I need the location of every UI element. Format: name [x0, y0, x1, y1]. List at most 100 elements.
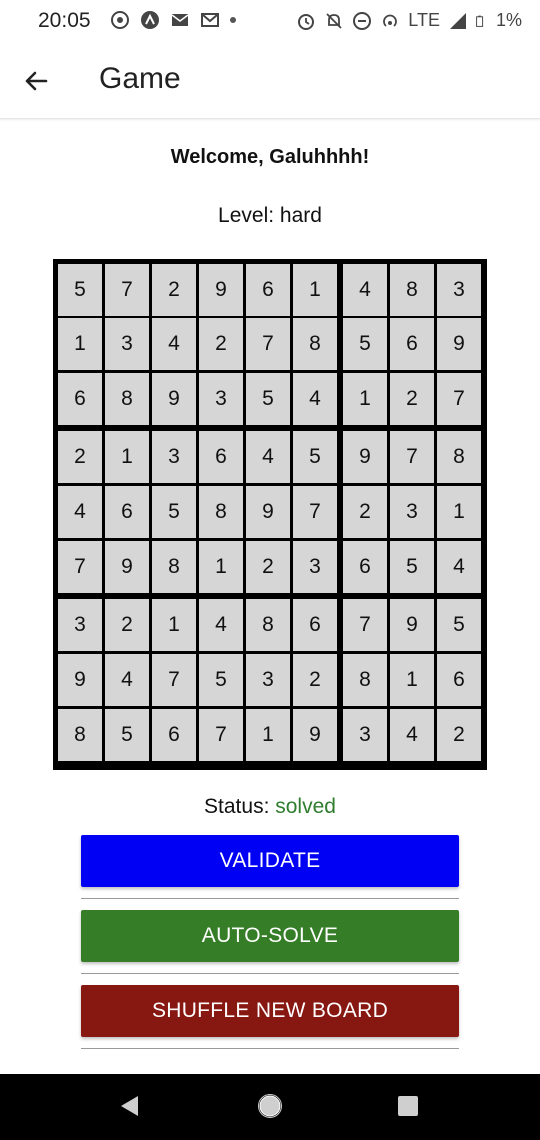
sudoku-cell[interactable]: 8	[152, 541, 196, 593]
sudoku-cell[interactable]: 9	[199, 264, 243, 316]
sudoku-cell[interactable]: 6	[105, 486, 149, 538]
sudoku-cell[interactable]: 1	[437, 486, 481, 538]
sudoku-cell[interactable]: 7	[152, 654, 196, 706]
sudoku-cell[interactable]: 3	[390, 486, 434, 538]
battery-level: 1%	[495, 10, 522, 30]
sudoku-cell[interactable]: 6	[152, 709, 196, 761]
sudoku-cell[interactable]: 1	[152, 599, 196, 651]
sudoku-cell[interactable]: 7	[343, 599, 387, 651]
sudoku-cell[interactable]: 7	[390, 431, 434, 483]
sudoku-cell[interactable]: 4	[152, 318, 196, 370]
validate-button[interactable]: VALIDATE	[81, 835, 459, 887]
sudoku-cell[interactable]: 5	[437, 599, 481, 651]
sudoku-cell[interactable]: 8	[105, 373, 149, 425]
sudoku-cell[interactable]: 9	[437, 318, 481, 370]
sudoku-cell[interactable]: 8	[246, 599, 290, 651]
sudoku-cell[interactable]: 4	[437, 541, 481, 593]
sudoku-cell[interactable]: 8	[390, 264, 434, 316]
sudoku-cell[interactable]: 6	[199, 431, 243, 483]
sudoku-cell[interactable]: 6	[390, 318, 434, 370]
sudoku-cell[interactable]: 3	[105, 318, 149, 370]
sudoku-cell[interactable]: 6	[343, 541, 387, 593]
sudoku-cell[interactable]: 2	[246, 541, 290, 593]
sudoku-cell[interactable]: 2	[105, 599, 149, 651]
sudoku-cell[interactable]: 1	[58, 318, 102, 370]
sudoku-cell[interactable]: 5	[58, 264, 102, 316]
sudoku-cell[interactable]: 7	[246, 318, 290, 370]
sudoku-cell[interactable]: 3	[152, 431, 196, 483]
sudoku-cell[interactable]: 7	[293, 486, 337, 538]
sudoku-cell[interactable]: 4	[246, 431, 290, 483]
sudoku-cell[interactable]: 4	[390, 709, 434, 761]
system-icons: LTE 1%	[296, 10, 522, 31]
sudoku-cell[interactable]: 5	[343, 318, 387, 370]
sudoku-cell[interactable]: 1	[293, 264, 337, 316]
shuffle-new-board-button[interactable]: SHUFFLE NEW BOARD	[81, 985, 459, 1037]
sudoku-cell[interactable]: 4	[58, 486, 102, 538]
sudoku-cell[interactable]: 8	[293, 318, 337, 370]
sudoku-cell[interactable]: 1	[390, 654, 434, 706]
auto-solve-button[interactable]: AUTO-SOLVE	[81, 910, 459, 962]
status-time: 20:05	[38, 9, 91, 32]
sudoku-cell[interactable]: 9	[293, 709, 337, 761]
sudoku-cell[interactable]: 9	[246, 486, 290, 538]
sudoku-cell[interactable]: 7	[199, 709, 243, 761]
board-underline	[53, 767, 487, 770]
signal-icon	[449, 12, 466, 29]
sudoku-cell[interactable]: 1	[246, 709, 290, 761]
sudoku-cell[interactable]: 2	[58, 431, 102, 483]
sudoku-cell[interactable]: 3	[293, 541, 337, 593]
sudoku-cell[interactable]: 7	[437, 373, 481, 425]
sudoku-cell[interactable]: 9	[343, 431, 387, 483]
sudoku-cell[interactable]: 2	[343, 486, 387, 538]
sudoku-cell[interactable]: 5	[246, 373, 290, 425]
sudoku-cell[interactable]: 5	[105, 709, 149, 761]
sudoku-cell[interactable]: 4	[199, 599, 243, 651]
sudoku-cell[interactable]: 6	[246, 264, 290, 316]
sudoku-cell[interactable]: 4	[105, 654, 149, 706]
sudoku-cell[interactable]: 5	[293, 431, 337, 483]
sudoku-cell[interactable]: 1	[105, 431, 149, 483]
sudoku-cell[interactable]: 7	[105, 264, 149, 316]
whatsapp-icon	[111, 11, 129, 29]
sudoku-cell[interactable]: 6	[58, 373, 102, 425]
sudoku-cell[interactable]: 8	[58, 709, 102, 761]
sudoku-cell[interactable]: 2	[152, 264, 196, 316]
sudoku-cell[interactable]: 3	[343, 709, 387, 761]
sudoku-cell[interactable]: 6	[293, 599, 337, 651]
mail-icon	[171, 14, 189, 26]
nav-recents-icon[interactable]	[398, 1096, 418, 1116]
nav-back-icon[interactable]	[118, 1094, 140, 1118]
sudoku-cell[interactable]: 3	[437, 264, 481, 316]
sudoku-cell[interactable]: 8	[437, 431, 481, 483]
sudoku-cell[interactable]: 2	[390, 373, 434, 425]
dnd-icon	[353, 11, 372, 30]
sudoku-cell[interactable]: 4	[343, 264, 387, 316]
sudoku-cell[interactable]: 8	[199, 486, 243, 538]
sudoku-cell[interactable]: 1	[199, 541, 243, 593]
sudoku-cell[interactable]: 1	[343, 373, 387, 425]
sudoku-cell[interactable]: 5	[199, 654, 243, 706]
battery-icon	[476, 15, 484, 27]
sudoku-cell[interactable]: 3	[199, 373, 243, 425]
sudoku-cell[interactable]: 2	[199, 318, 243, 370]
sudoku-cell[interactable]: 5	[152, 486, 196, 538]
sudoku-cell[interactable]: 6	[437, 654, 481, 706]
network-type: LTE	[408, 10, 440, 30]
sudoku-cell[interactable]: 8	[343, 654, 387, 706]
sudoku-cell[interactable]: 5	[390, 541, 434, 593]
sudoku-cell[interactable]: 7	[58, 541, 102, 593]
sudoku-cell[interactable]: 9	[105, 541, 149, 593]
arrow-back-icon[interactable]	[20, 65, 52, 97]
sudoku-cell[interactable]: 9	[58, 654, 102, 706]
sudoku-cell[interactable]: 4	[293, 373, 337, 425]
sudoku-cell[interactable]: 9	[152, 373, 196, 425]
sudoku-cell[interactable]: 2	[293, 654, 337, 706]
nav-home-icon[interactable]	[257, 1093, 283, 1119]
divider	[81, 898, 459, 899]
sudoku-cell[interactable]: 3	[58, 599, 102, 651]
sudoku-cell[interactable]: 2	[437, 709, 481, 761]
sudoku-cell[interactable]: 9	[390, 599, 434, 651]
sudoku-cell[interactable]: 3	[246, 654, 290, 706]
page-title: Game	[99, 62, 181, 95]
